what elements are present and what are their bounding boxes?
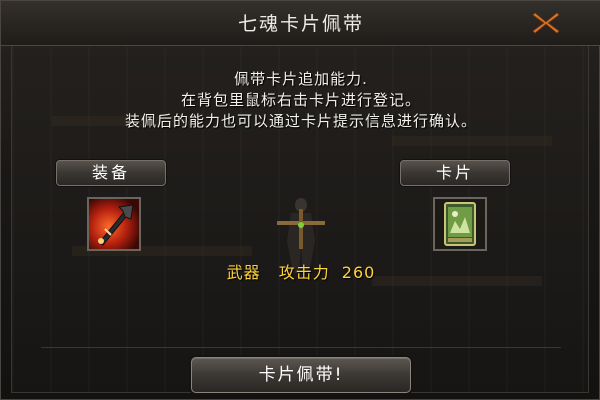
- equip-card-button[interactable]: 卡片佩带!: [191, 357, 411, 393]
- description-line-2: 在背包里鼠标右击卡片进行登记。: [180, 91, 421, 109]
- equipment-tab-button[interactable]: 装备: [56, 160, 166, 186]
- stat-value: 260: [341, 263, 376, 282]
- description-line-1: 佩带卡片追加能力.: [234, 70, 368, 88]
- stat-attribute: 攻击力: [278, 263, 330, 282]
- divider: [41, 347, 561, 348]
- card-item-icon: [435, 199, 485, 249]
- description-text: 佩带卡片追加能力. 在背包里鼠标右击卡片进行登记。 装佩后的能力也可以通过卡片提…: [1, 69, 600, 132]
- window-title: 七魂卡片佩带: [237, 13, 364, 35]
- close-button[interactable]: [529, 9, 563, 37]
- weapon-item-icon: [89, 199, 139, 249]
- title-bar: 七魂卡片佩带: [1, 1, 600, 46]
- card-equip-window: 七魂卡片佩带 佩带卡片追加能力. 在背包里鼠标右击卡片进行登记。 装佩后的能力也…: [0, 0, 600, 400]
- stat-slot-type: 武器: [226, 263, 261, 282]
- close-x-icon: [532, 12, 560, 34]
- card-tab-button[interactable]: 卡片: [400, 160, 510, 186]
- stat-line: 武器 攻击力 260: [1, 259, 600, 283]
- description-line-3: 装佩后的能力也可以通过卡片提示信息进行确认。: [124, 112, 477, 130]
- equipment-slot[interactable]: [87, 197, 141, 251]
- card-slot[interactable]: [433, 197, 487, 251]
